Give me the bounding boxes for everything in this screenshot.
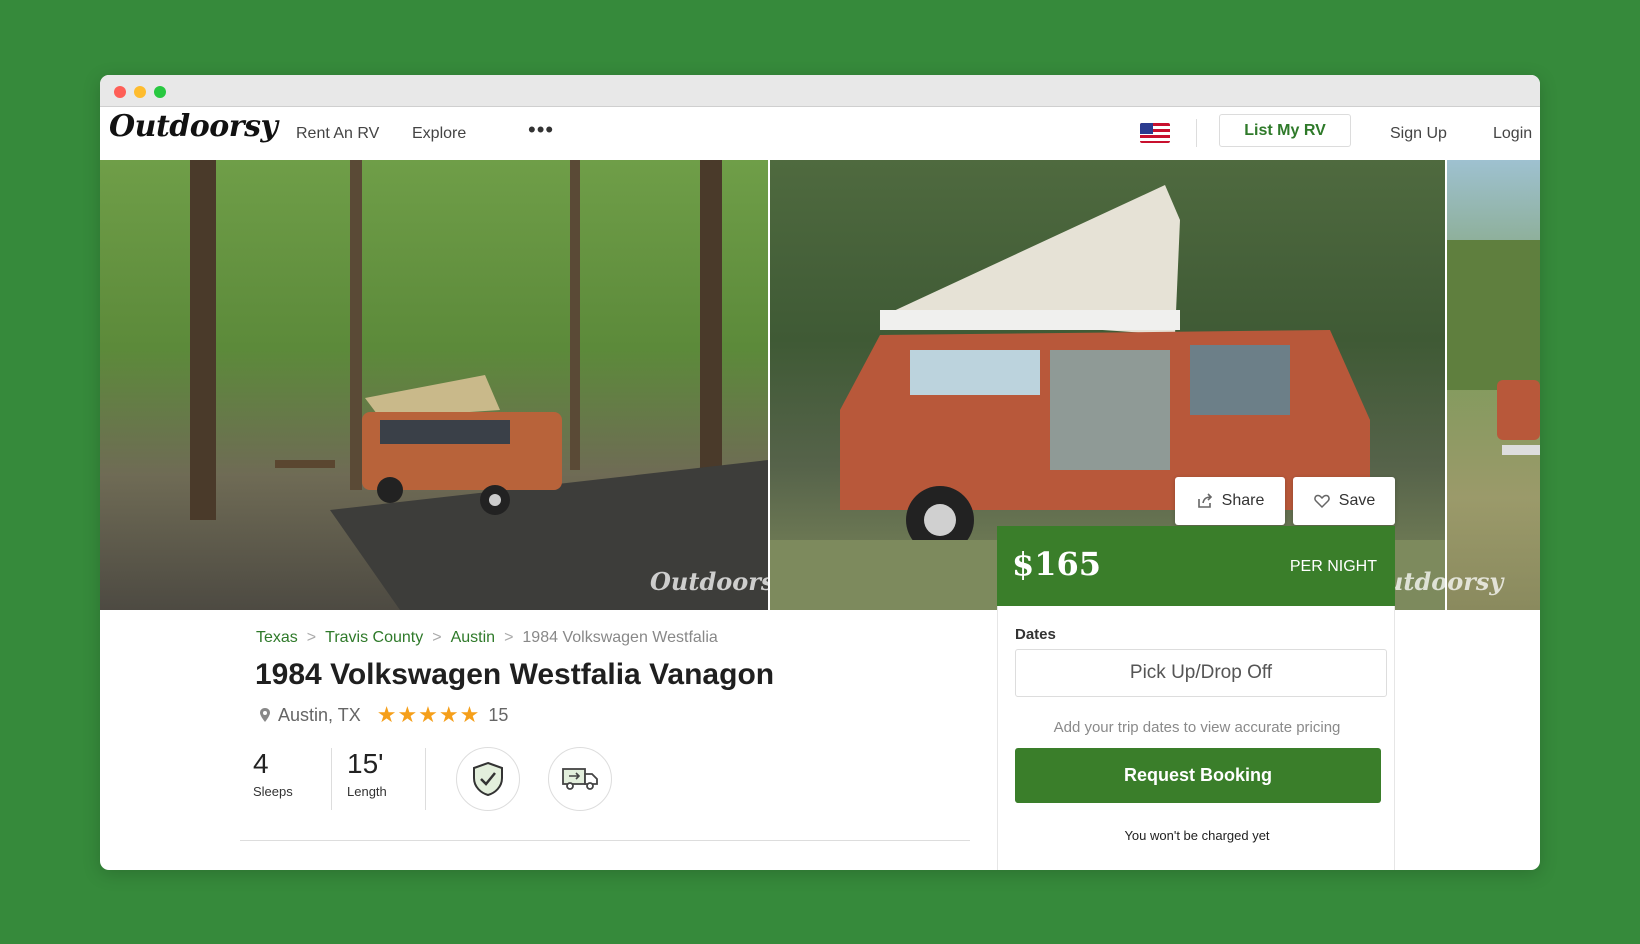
close-window-button[interactable]: [114, 86, 126, 98]
listing-meta: Austin, TX ★★★★★ 15: [258, 702, 508, 728]
dates-label: Dates: [1015, 626, 1056, 643]
no-charge-note: You won't be charged yet: [1124, 828, 1270, 843]
stat-divider: [425, 748, 426, 810]
breadcrumb-separator: >: [306, 629, 317, 646]
insurance-badge[interactable]: [456, 747, 520, 811]
share-label: Share: [1221, 492, 1265, 509]
request-booking-button[interactable]: Request Booking: [1015, 748, 1381, 803]
breadcrumb-separator: >: [504, 629, 514, 646]
stat-length: 15' Length: [347, 748, 387, 810]
listing-details: Texas > Travis County > Austin >1984 Volkswag…: [100, 610, 997, 870]
browser-window: Outdoorsy Rent An RV Explore ••• List My…: [100, 75, 1540, 870]
stat-length-label: Length: [347, 784, 387, 799]
breadcrumb-austin[interactable]: Austin: [451, 629, 495, 646]
review-count[interactable]: 15: [488, 705, 508, 726]
save-label: Save: [1338, 492, 1376, 509]
maximize-window-button[interactable]: [154, 86, 166, 98]
price-bar: $165 PER NIGHT: [997, 526, 1395, 606]
minimize-window-button[interactable]: [134, 86, 146, 98]
booking-panel: Dates Pick Up/Drop Off Add your trip dat…: [997, 606, 1395, 870]
nightly-price: $165: [1012, 545, 1102, 583]
breadcrumb-texas[interactable]: Texas: [256, 629, 298, 646]
window-titlebar: [100, 75, 1540, 107]
section-divider: [240, 840, 970, 841]
stat-divider: [331, 748, 332, 810]
stat-length-value: 15': [347, 748, 384, 779]
breadcrumb-separator: >: [432, 629, 442, 646]
price-unit: PER NIGHT: [1289, 558, 1377, 575]
more-menu-icon[interactable]: •••: [528, 117, 554, 143]
location-pin-icon: [260, 708, 270, 722]
nav-divider: [1196, 119, 1197, 147]
list-my-rv-button[interactable]: List My RV: [1219, 114, 1351, 147]
top-navigation: Outdoorsy Rent An RV Explore ••• List My…: [100, 107, 1540, 160]
nav-rent-an-rv[interactable]: Rent An RV: [296, 125, 379, 143]
stat-sleeps: 4 Sleeps: [253, 748, 293, 810]
nav-explore[interactable]: Explore: [412, 125, 466, 143]
save-button[interactable]: Save: [1293, 477, 1395, 525]
us-flag-icon[interactable]: [1140, 123, 1170, 143]
breadcrumb-travis-county[interactable]: Travis County: [325, 629, 423, 646]
delivery-truck-icon: [562, 768, 598, 790]
shield-check-icon: [473, 761, 503, 797]
van-field-illustration: [1447, 240, 1540, 455]
heart-icon: [1313, 494, 1330, 509]
stat-sleeps-label: Sleeps: [253, 784, 293, 799]
rating-stars[interactable]: ★★★★★: [377, 702, 481, 728]
share-icon: [1197, 493, 1212, 508]
login-link[interactable]: Login: [1493, 125, 1532, 143]
dates-help-text: Add your trip dates to view accurate pri…: [1053, 719, 1341, 736]
sign-up-link[interactable]: Sign Up: [1390, 125, 1447, 143]
gallery-photo-3[interactable]: [1447, 160, 1540, 610]
photo-watermark: Outdoorsy: [650, 567, 768, 596]
listing-location: Austin, TX: [278, 704, 361, 725]
outdoorsy-logo[interactable]: Outdoorsy: [109, 109, 278, 144]
van-campsite-illustration: [190, 160, 768, 610]
listing-title: 1984 Volkswagen Westfalia Vanagon: [255, 658, 775, 691]
breadcrumb-current: 1984 Volkswagen Westfalia: [522, 629, 718, 646]
stat-sleeps-value: 4: [253, 748, 269, 779]
breadcrumb: Texas > Travis County > Austin >1984 Volkswag…: [256, 629, 718, 647]
delivery-badge[interactable]: [548, 747, 612, 811]
dates-picker-input[interactable]: Pick Up/Drop Off: [1015, 649, 1387, 697]
gallery-photo-1[interactable]: Outdoorsy: [100, 160, 768, 610]
share-button[interactable]: Share: [1175, 477, 1285, 525]
